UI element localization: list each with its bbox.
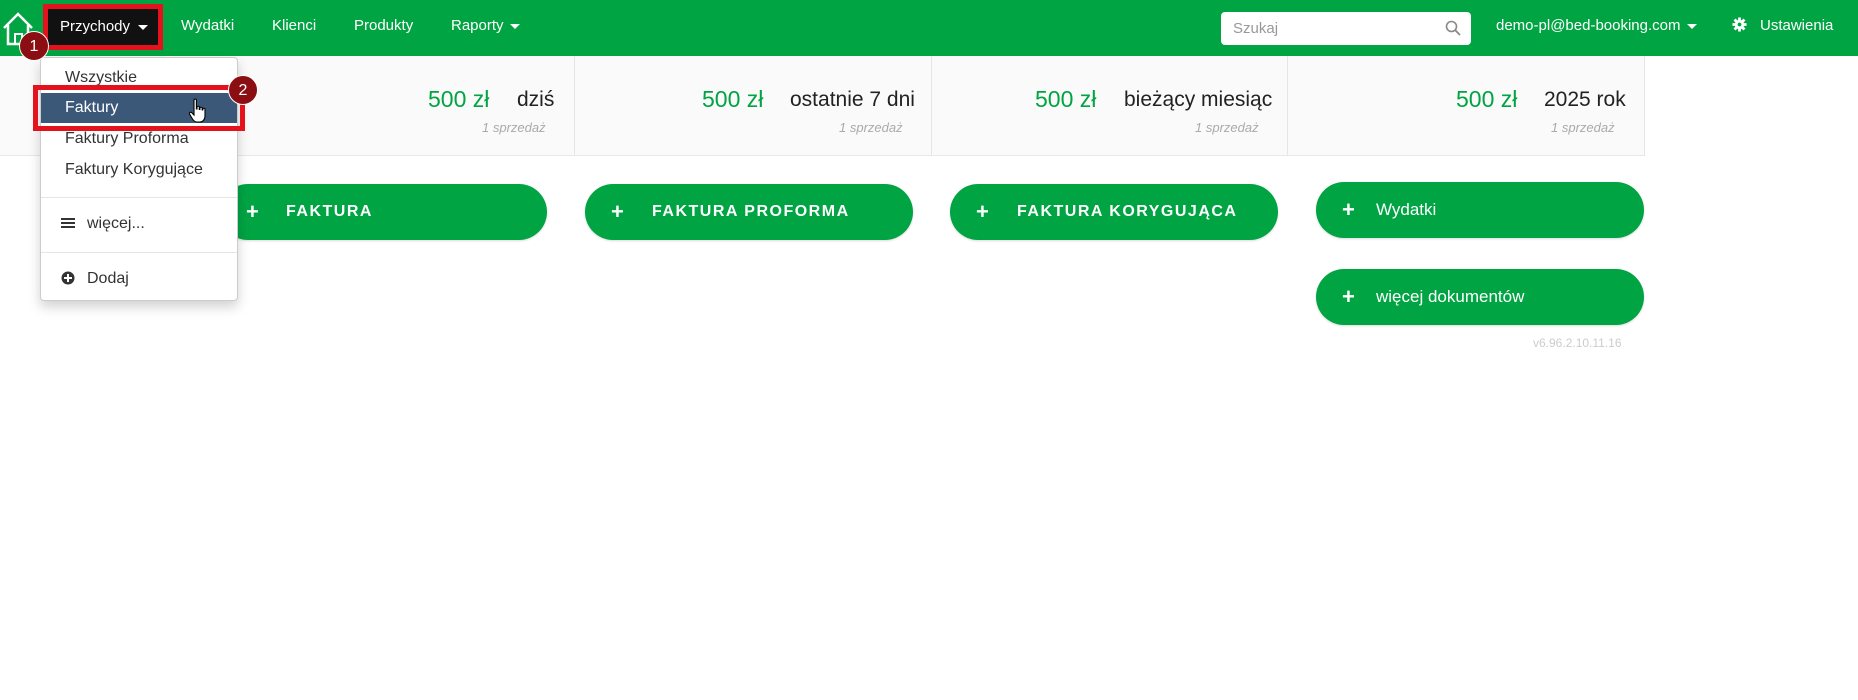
- bars-icon: [61, 218, 75, 228]
- stat-amount: 500 zł: [1456, 86, 1518, 112]
- plus-icon: +: [1342, 284, 1355, 309]
- new-wydatki-button[interactable]: + Wydatki: [1316, 182, 1644, 238]
- stat-period: 2025 rok: [1544, 88, 1626, 111]
- nav-przychody-dropdown[interactable]: Przychody: [43, 4, 163, 50]
- menu-item-dodaj[interactable]: Dodaj: [41, 264, 237, 294]
- version-label: v6.96.2.10.11.16: [1533, 336, 1622, 350]
- new-faktura-label: FAKTURA: [286, 203, 373, 220]
- search-box: [1221, 12, 1471, 45]
- step-badge-2: 2: [228, 75, 258, 105]
- gear-icon: [1732, 17, 1747, 32]
- plus-icon: +: [246, 199, 259, 224]
- stat-sub: 1 sprzedaż: [839, 120, 903, 135]
- stat-sub: 1 sprzedaż: [1551, 120, 1615, 135]
- new-korygujaca-label: FAKTURA KORYGUJĄCA: [1017, 203, 1238, 220]
- stat-7-days[interactable]: 500 zł ostatnie 7 dni 1 sprzedaż: [575, 56, 932, 156]
- new-faktura-button[interactable]: + FAKTURA: [220, 184, 547, 240]
- stat-amount: 500 zł: [1035, 86, 1097, 112]
- caret-down-icon: [509, 23, 520, 29]
- stat-period: bieżący miesiąc: [1124, 88, 1273, 111]
- new-proforma-label: FAKTURA PROFORMA: [652, 203, 850, 220]
- new-proforma-button[interactable]: + FAKTURA PROFORMA: [585, 184, 913, 240]
- menu-item-dodaj-label: Dodaj: [87, 270, 129, 287]
- plus-icon: +: [976, 199, 989, 224]
- new-wydatki-label: Wydatki: [1376, 200, 1437, 219]
- nav-raporty-label: Raporty: [451, 17, 504, 34]
- nav-ustawienia[interactable]: Ustawienia: [1760, 0, 1833, 52]
- more-documents-button[interactable]: + więcej dokumentów: [1316, 269, 1644, 325]
- search-icon[interactable]: [1445, 20, 1461, 36]
- stat-amount: 500 zł: [428, 86, 490, 112]
- menu-item-more-label: więcej...: [87, 215, 145, 232]
- highlight-box-faktury: [33, 85, 245, 131]
- more-documents-label: więcej dokumentów: [1376, 287, 1525, 306]
- stat-year[interactable]: 500 zł 2025 rok 1 sprzedaż: [1288, 56, 1645, 156]
- nav-produkty[interactable]: Produkty: [354, 0, 413, 52]
- caret-down-icon: [138, 25, 148, 30]
- stat-sub: 1 sprzedaż: [482, 120, 546, 135]
- nav-wydatki[interactable]: Wydatki: [181, 0, 234, 52]
- nav-klienci[interactable]: Klienci: [272, 0, 316, 52]
- stat-amount: 500 zł: [702, 86, 764, 112]
- nav-przychody-label: Przychody: [60, 18, 131, 35]
- stat-month[interactable]: 500 zł bieżący miesiąc 1 sprzedaż: [932, 56, 1288, 156]
- menu-item-more[interactable]: więcej...: [41, 209, 237, 239]
- menu-divider: [41, 197, 237, 198]
- stat-period: ostatnie 7 dni: [790, 88, 915, 111]
- caret-down-icon: [1686, 23, 1697, 29]
- step-badge-1: 1: [19, 31, 49, 61]
- plus-icon: +: [1342, 197, 1355, 222]
- menu-divider: [41, 252, 237, 253]
- hand-cursor-icon: [188, 98, 206, 123]
- new-korygujaca-button[interactable]: + FAKTURA KORYGUJĄCA: [950, 184, 1278, 240]
- user-email: demo-pl@bed-booking.com: [1496, 17, 1681, 34]
- user-menu[interactable]: demo-pl@bed-booking.com: [1496, 0, 1697, 52]
- menu-item-faktury-korygujace[interactable]: Faktury Korygujące: [41, 155, 237, 185]
- nav-raporty[interactable]: Raporty: [451, 0, 520, 52]
- plus-circle-icon: [61, 271, 75, 285]
- search-input[interactable]: [1221, 12, 1441, 45]
- stat-sub: 1 sprzedaż: [1195, 120, 1259, 135]
- plus-icon: +: [611, 199, 624, 224]
- stat-period: dziś: [517, 88, 555, 111]
- top-navbar: Przychody Wydatki Klienci Produkty Rapor…: [0, 0, 1858, 56]
- sales-stats-row: 500 zł dziś 1 sprzedaż 500 zł ostatnie 7…: [0, 56, 1645, 156]
